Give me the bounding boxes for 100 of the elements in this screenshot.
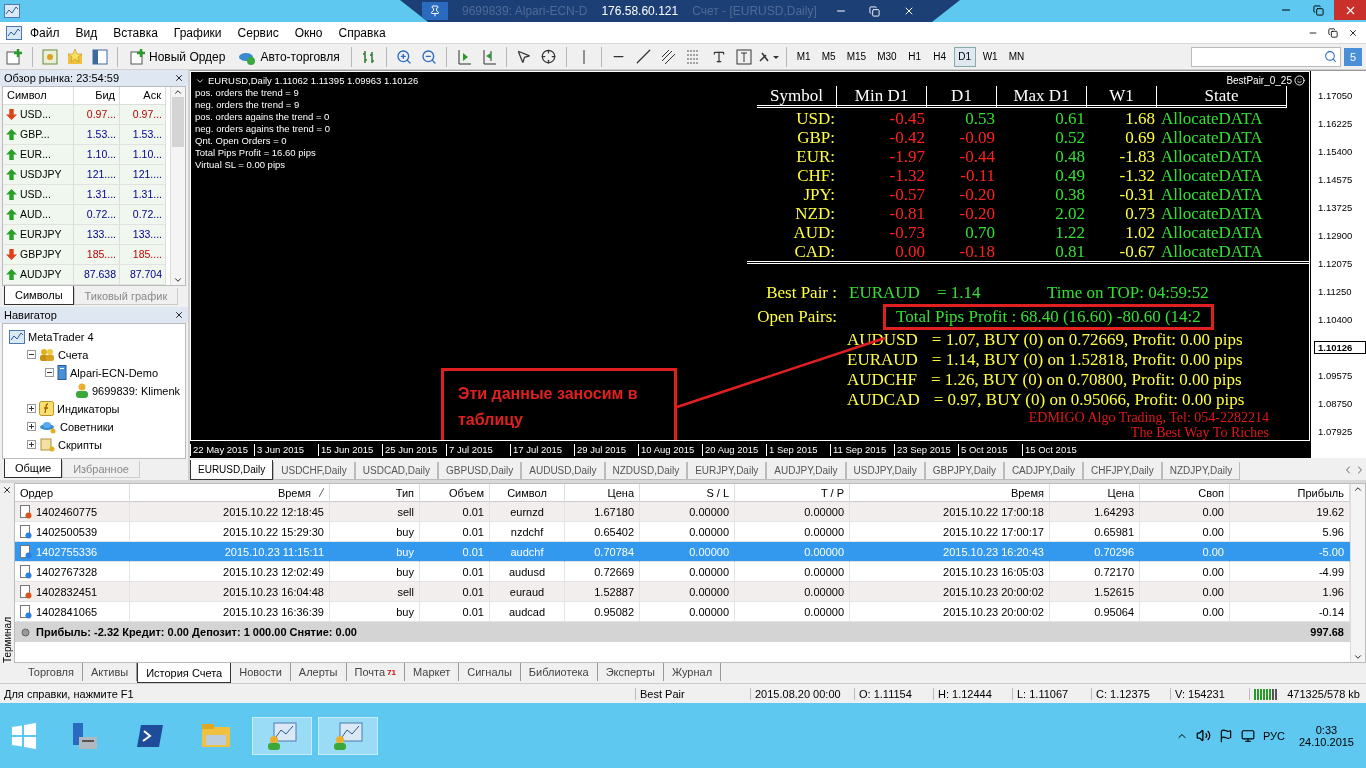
panel-tab[interactable]: Общие <box>4 459 63 478</box>
speaker-icon[interactable] <box>1195 728 1211 743</box>
chart-tab[interactable]: AUDUSD,Daily <box>521 462 605 480</box>
symbol-cell[interactable]: USD... <box>3 104 74 125</box>
timeframe-button[interactable]: H4 <box>928 46 951 67</box>
chart-tab[interactable]: USDJPY,Daily <box>845 462 925 480</box>
terminal-tab[interactable]: Алерты <box>290 663 347 681</box>
terminal-tab[interactable]: Маркет <box>405 663 460 681</box>
table-cell[interactable]: 1402832451 <box>15 582 130 602</box>
trading-terminal-icon[interactable] <box>266 720 298 751</box>
table-cell[interactable]: 1402767328 <box>15 562 130 582</box>
menu-item[interactable]: Вид <box>67 23 106 42</box>
scroll-thumb[interactable] <box>172 96 184 147</box>
collapse-toggle[interactable] <box>27 350 36 360</box>
chart-tab[interactable]: CADJPY,Daily <box>1003 462 1084 480</box>
scroll-down-icon[interactable] <box>1353 652 1363 662</box>
tree-item[interactable]: Скрипты <box>58 438 102 451</box>
table-cell[interactable]: 1402460775 <box>15 502 130 522</box>
scroll-up-icon[interactable] <box>1353 484 1363 494</box>
close-icon[interactable] <box>174 72 184 83</box>
timeframe-button[interactable]: M1 <box>792 46 815 67</box>
chart-tab[interactable]: NZDUSD,Daily <box>604 462 688 480</box>
table-cell[interactable]: 1402500539 <box>15 522 130 542</box>
chart-tab[interactable]: GBPJPY,Daily <box>924 462 1004 480</box>
menu-item[interactable]: Справка <box>330 23 394 42</box>
bid-cell: 185.... <box>74 244 120 265</box>
symbol-cell[interactable]: GBPJPY <box>3 244 74 265</box>
tree-item[interactable]: Советники <box>60 420 114 433</box>
symbol-cell[interactable]: AUD... <box>3 204 74 225</box>
clock[interactable]: 0:33 24.10.2015 <box>1292 723 1360 748</box>
scrollbar[interactable] <box>170 86 185 285</box>
terminal-tab[interactable]: Сигналы <box>459 663 521 681</box>
terminal-tab[interactable]: История Счета <box>137 663 232 683</box>
chart-tab[interactable]: GBPUSD,Daily <box>438 462 522 480</box>
terminal-tab[interactable]: Библиотека <box>520 663 598 681</box>
table-cell[interactable]: 1402841065 <box>15 602 130 622</box>
terminal-tab[interactable]: Почта 71 <box>346 663 405 681</box>
taskbar-app[interactable] <box>252 716 312 755</box>
chart-tab[interactable]: USDCHF,Daily <box>273 462 355 480</box>
chart-tab[interactable]: EURUSD,Daily <box>190 460 274 480</box>
symbol-cell[interactable]: AUDJPY <box>3 264 74 285</box>
scrollbar[interactable] <box>1350 484 1365 662</box>
close-icon[interactable] <box>2 485 12 495</box>
pin-button[interactable] <box>422 2 448 20</box>
trading-terminal-icon[interactable] <box>332 720 364 751</box>
terminal-tab[interactable]: Торговля <box>20 663 83 681</box>
column-header[interactable]: Аск <box>120 86 166 105</box>
timeframe-button[interactable]: M5 <box>817 46 840 67</box>
search-field[interactable] <box>1191 46 1341 67</box>
symbol-cell[interactable]: EURJPY <box>3 224 74 245</box>
tree-item[interactable]: MetaTrader 4 <box>28 330 94 343</box>
column-header[interactable]: Символ <box>3 86 74 105</box>
timeframe-button[interactable]: MN <box>1004 46 1029 67</box>
ask-cell: 133.... <box>120 224 166 245</box>
symbol-cell[interactable]: GBP... <box>3 124 74 145</box>
chart-tab[interactable]: NZDJPY,Daily <box>1161 462 1241 480</box>
timeframe-button[interactable]: M15 <box>842 46 871 67</box>
menu-item[interactable]: Окно <box>286 23 331 42</box>
chart-tab[interactable]: EURJPY,Daily <box>687 462 767 480</box>
new-order-icon <box>129 48 145 65</box>
expand-toggle[interactable] <box>27 440 36 450</box>
tree-item[interactable]: Alpari-ECN-Demo <box>70 366 159 379</box>
expand-toggle[interactable] <box>27 422 36 432</box>
collapse-toggle[interactable] <box>45 368 54 378</box>
terminal-tab[interactable]: Журнал <box>663 663 722 681</box>
menu-item[interactable]: Файл <box>22 23 68 42</box>
tree-item[interactable]: Счета <box>58 348 89 361</box>
bid-cell: 87.638 <box>74 264 120 285</box>
start-icon[interactable] <box>10 721 38 750</box>
timeframe-button[interactable]: D1 <box>953 46 976 67</box>
menu-item[interactable]: Графики <box>165 23 230 42</box>
chart-tab[interactable]: CHFJPY,Daily <box>1083 462 1162 480</box>
taskbar-app[interactable] <box>318 716 378 755</box>
symbol-cell[interactable]: EUR... <box>3 144 74 165</box>
timeframe-button[interactable]: M30 <box>873 46 901 67</box>
column-header[interactable]: Бид <box>74 86 120 105</box>
new-order-button[interactable]: Новый Ордер <box>124 45 231 68</box>
panel-tab[interactable]: Символы <box>4 286 74 305</box>
auto-trading-button[interactable]: Авто-торговля <box>233 45 345 68</box>
tree-item[interactable]: Индикаторы <box>57 402 120 415</box>
table-cell: 0.70784 <box>565 542 640 562</box>
language-indicator[interactable]: РУС <box>1262 729 1285 742</box>
close-icon[interactable] <box>174 309 184 320</box>
menu-item[interactable]: Вставка <box>105 23 166 42</box>
value-text: -1.32 <box>1118 166 1156 185</box>
network-icon[interactable] <box>1240 728 1255 743</box>
terminal-tab[interactable]: Новости <box>231 663 291 681</box>
dropdown-icon[interactable] <box>195 76 205 86</box>
flag-icon[interactable] <box>1218 728 1233 743</box>
chart-tab[interactable]: AUDJPY,Daily <box>766 462 846 480</box>
tree-item[interactable]: 9699839: Klimenk <box>92 384 181 397</box>
timeframe-button[interactable]: W1 <box>978 46 1002 67</box>
chart-tab[interactable]: USDCAD,Daily <box>354 462 439 480</box>
menu-item[interactable]: Сервис <box>229 23 287 42</box>
timeframe-button[interactable]: H1 <box>903 46 926 67</box>
symbol-cell[interactable]: USD... <box>3 184 74 205</box>
expand-toggle[interactable] <box>27 404 36 414</box>
terminal-tab[interactable]: Эксперты <box>597 663 664 681</box>
value-text: -0.11 <box>959 166 996 185</box>
symbol-cell[interactable]: USDJPY <box>3 164 74 185</box>
